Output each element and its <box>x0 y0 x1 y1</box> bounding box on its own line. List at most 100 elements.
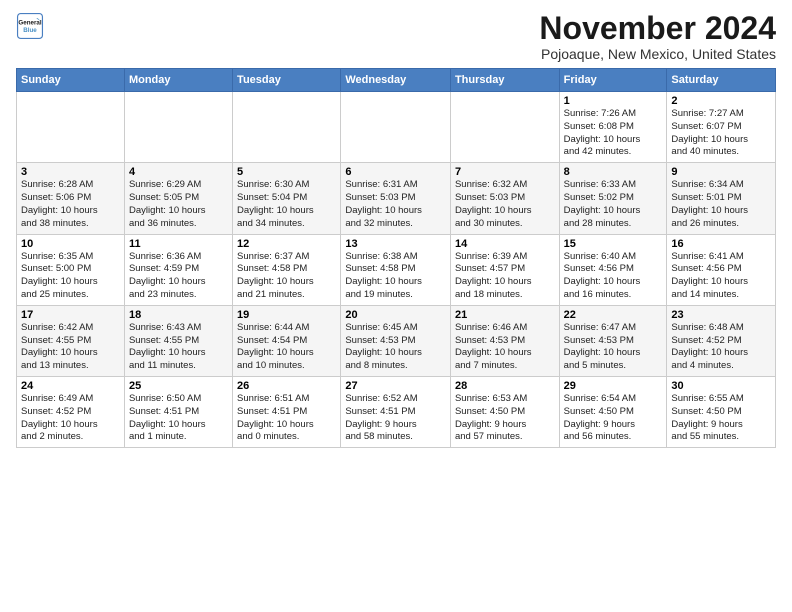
table-row: 16Sunrise: 6:41 AM Sunset: 4:56 PM Dayli… <box>667 234 776 305</box>
table-row <box>124 92 232 163</box>
day-number: 13 <box>345 238 446 250</box>
table-row: 29Sunrise: 6:54 AM Sunset: 4:50 PM Dayli… <box>559 377 667 448</box>
day-info: Sunrise: 7:26 AM Sunset: 6:08 PM Dayligh… <box>564 108 663 159</box>
day-number: 12 <box>237 238 336 250</box>
col-wednesday: Wednesday <box>341 69 451 92</box>
day-info: Sunrise: 6:52 AM Sunset: 4:51 PM Dayligh… <box>345 393 446 444</box>
table-row: 6Sunrise: 6:31 AM Sunset: 5:03 PM Daylig… <box>341 163 451 234</box>
logo: General Blue <box>16 12 44 40</box>
day-number: 10 <box>21 238 120 250</box>
table-row <box>233 92 341 163</box>
day-info: Sunrise: 6:34 AM Sunset: 5:01 PM Dayligh… <box>671 179 771 230</box>
title-section: November 2024 Pojoaque, New Mexico, Unit… <box>539 12 776 62</box>
day-info: Sunrise: 7:27 AM Sunset: 6:07 PM Dayligh… <box>671 108 771 159</box>
day-info: Sunrise: 6:47 AM Sunset: 4:53 PM Dayligh… <box>564 322 663 373</box>
day-info: Sunrise: 6:41 AM Sunset: 4:56 PM Dayligh… <box>671 251 771 302</box>
day-info: Sunrise: 6:45 AM Sunset: 4:53 PM Dayligh… <box>345 322 446 373</box>
table-row: 28Sunrise: 6:53 AM Sunset: 4:50 PM Dayli… <box>450 377 559 448</box>
day-info: Sunrise: 6:43 AM Sunset: 4:55 PM Dayligh… <box>129 322 228 373</box>
header: General Blue November 2024 Pojoaque, New… <box>16 12 776 62</box>
day-number: 1 <box>564 95 663 107</box>
day-number: 23 <box>671 309 771 321</box>
day-info: Sunrise: 6:53 AM Sunset: 4:50 PM Dayligh… <box>455 393 555 444</box>
calendar-week-3: 17Sunrise: 6:42 AM Sunset: 4:55 PM Dayli… <box>17 305 776 376</box>
day-number: 26 <box>237 380 336 392</box>
day-info: Sunrise: 6:37 AM Sunset: 4:58 PM Dayligh… <box>237 251 336 302</box>
table-row: 10Sunrise: 6:35 AM Sunset: 5:00 PM Dayli… <box>17 234 125 305</box>
day-number: 7 <box>455 166 555 178</box>
day-number: 3 <box>21 166 120 178</box>
day-info: Sunrise: 6:40 AM Sunset: 4:56 PM Dayligh… <box>564 251 663 302</box>
day-number: 18 <box>129 309 228 321</box>
day-number: 29 <box>564 380 663 392</box>
day-number: 24 <box>21 380 120 392</box>
col-sunday: Sunday <box>17 69 125 92</box>
day-number: 4 <box>129 166 228 178</box>
col-friday: Friday <box>559 69 667 92</box>
day-info: Sunrise: 6:29 AM Sunset: 5:05 PM Dayligh… <box>129 179 228 230</box>
table-row: 3Sunrise: 6:28 AM Sunset: 5:06 PM Daylig… <box>17 163 125 234</box>
day-number: 16 <box>671 238 771 250</box>
day-info: Sunrise: 6:54 AM Sunset: 4:50 PM Dayligh… <box>564 393 663 444</box>
col-monday: Monday <box>124 69 232 92</box>
calendar-table: Sunday Monday Tuesday Wednesday Thursday… <box>16 68 776 448</box>
table-row: 2Sunrise: 7:27 AM Sunset: 6:07 PM Daylig… <box>667 92 776 163</box>
table-row: 30Sunrise: 6:55 AM Sunset: 4:50 PM Dayli… <box>667 377 776 448</box>
table-row: 19Sunrise: 6:44 AM Sunset: 4:54 PM Dayli… <box>233 305 341 376</box>
day-number: 8 <box>564 166 663 178</box>
table-row: 5Sunrise: 6:30 AM Sunset: 5:04 PM Daylig… <box>233 163 341 234</box>
day-info: Sunrise: 6:48 AM Sunset: 4:52 PM Dayligh… <box>671 322 771 373</box>
table-row: 25Sunrise: 6:50 AM Sunset: 4:51 PM Dayli… <box>124 377 232 448</box>
calendar-week-0: 1Sunrise: 7:26 AM Sunset: 6:08 PM Daylig… <box>17 92 776 163</box>
month-title: November 2024 <box>539 12 776 44</box>
table-row: 20Sunrise: 6:45 AM Sunset: 4:53 PM Dayli… <box>341 305 451 376</box>
table-row: 8Sunrise: 6:33 AM Sunset: 5:02 PM Daylig… <box>559 163 667 234</box>
table-row: 18Sunrise: 6:43 AM Sunset: 4:55 PM Dayli… <box>124 305 232 376</box>
table-row: 24Sunrise: 6:49 AM Sunset: 4:52 PM Dayli… <box>17 377 125 448</box>
calendar-week-1: 3Sunrise: 6:28 AM Sunset: 5:06 PM Daylig… <box>17 163 776 234</box>
table-row: 17Sunrise: 6:42 AM Sunset: 4:55 PM Dayli… <box>17 305 125 376</box>
table-row: 4Sunrise: 6:29 AM Sunset: 5:05 PM Daylig… <box>124 163 232 234</box>
col-tuesday: Tuesday <box>233 69 341 92</box>
table-row: 14Sunrise: 6:39 AM Sunset: 4:57 PM Dayli… <box>450 234 559 305</box>
table-row: 9Sunrise: 6:34 AM Sunset: 5:01 PM Daylig… <box>667 163 776 234</box>
day-info: Sunrise: 6:39 AM Sunset: 4:57 PM Dayligh… <box>455 251 555 302</box>
svg-text:General: General <box>18 19 41 26</box>
page-container: General Blue November 2024 Pojoaque, New… <box>0 0 792 456</box>
day-info: Sunrise: 6:50 AM Sunset: 4:51 PM Dayligh… <box>129 393 228 444</box>
day-number: 11 <box>129 238 228 250</box>
table-row: 13Sunrise: 6:38 AM Sunset: 4:58 PM Dayli… <box>341 234 451 305</box>
table-row <box>17 92 125 163</box>
day-info: Sunrise: 6:32 AM Sunset: 5:03 PM Dayligh… <box>455 179 555 230</box>
day-info: Sunrise: 6:44 AM Sunset: 4:54 PM Dayligh… <box>237 322 336 373</box>
day-info: Sunrise: 6:36 AM Sunset: 4:59 PM Dayligh… <box>129 251 228 302</box>
col-saturday: Saturday <box>667 69 776 92</box>
table-row: 12Sunrise: 6:37 AM Sunset: 4:58 PM Dayli… <box>233 234 341 305</box>
table-row: 21Sunrise: 6:46 AM Sunset: 4:53 PM Dayli… <box>450 305 559 376</box>
day-number: 9 <box>671 166 771 178</box>
day-number: 17 <box>21 309 120 321</box>
day-info: Sunrise: 6:38 AM Sunset: 4:58 PM Dayligh… <box>345 251 446 302</box>
day-info: Sunrise: 6:51 AM Sunset: 4:51 PM Dayligh… <box>237 393 336 444</box>
day-number: 28 <box>455 380 555 392</box>
day-info: Sunrise: 6:49 AM Sunset: 4:52 PM Dayligh… <box>21 393 120 444</box>
day-info: Sunrise: 6:31 AM Sunset: 5:03 PM Dayligh… <box>345 179 446 230</box>
day-number: 21 <box>455 309 555 321</box>
day-number: 19 <box>237 309 336 321</box>
col-thursday: Thursday <box>450 69 559 92</box>
day-number: 6 <box>345 166 446 178</box>
day-info: Sunrise: 6:46 AM Sunset: 4:53 PM Dayligh… <box>455 322 555 373</box>
day-info: Sunrise: 6:42 AM Sunset: 4:55 PM Dayligh… <box>21 322 120 373</box>
day-info: Sunrise: 6:33 AM Sunset: 5:02 PM Dayligh… <box>564 179 663 230</box>
day-number: 22 <box>564 309 663 321</box>
day-number: 20 <box>345 309 446 321</box>
day-info: Sunrise: 6:30 AM Sunset: 5:04 PM Dayligh… <box>237 179 336 230</box>
day-number: 2 <box>671 95 771 107</box>
table-row: 15Sunrise: 6:40 AM Sunset: 4:56 PM Dayli… <box>559 234 667 305</box>
day-info: Sunrise: 6:55 AM Sunset: 4:50 PM Dayligh… <box>671 393 771 444</box>
table-row: 23Sunrise: 6:48 AM Sunset: 4:52 PM Dayli… <box>667 305 776 376</box>
header-row: Sunday Monday Tuesday Wednesday Thursday… <box>17 69 776 92</box>
calendar-week-2: 10Sunrise: 6:35 AM Sunset: 5:00 PM Dayli… <box>17 234 776 305</box>
day-number: 27 <box>345 380 446 392</box>
table-row: 22Sunrise: 6:47 AM Sunset: 4:53 PM Dayli… <box>559 305 667 376</box>
